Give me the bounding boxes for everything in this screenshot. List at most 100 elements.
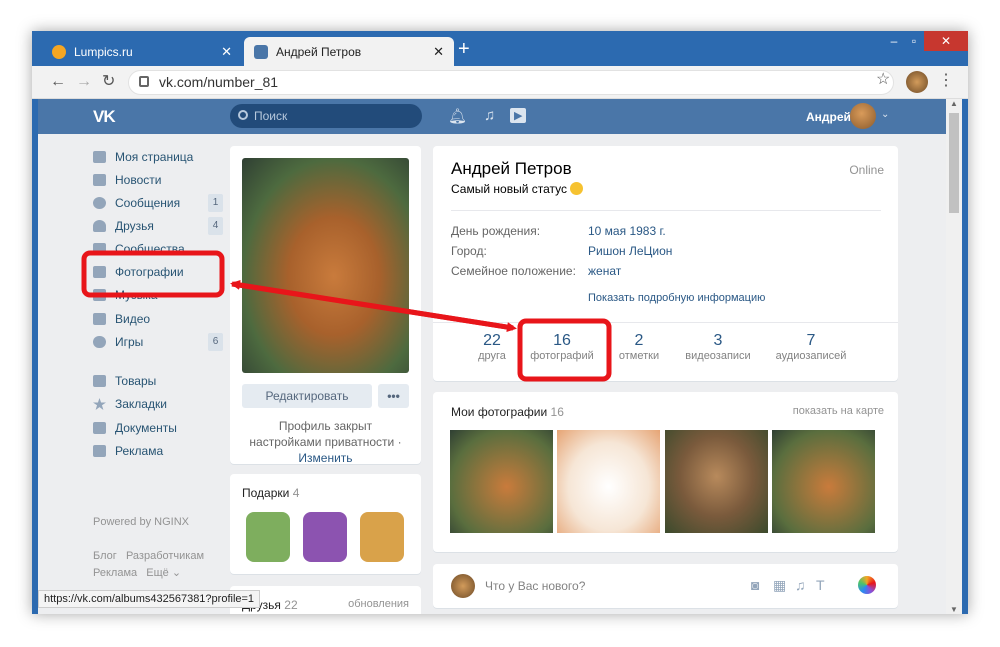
reload-icon[interactable]: ↻ xyxy=(102,74,115,90)
header-avatar[interactable] xyxy=(850,103,876,129)
smile-emoji-icon xyxy=(570,182,584,195)
stat-number: 2 xyxy=(634,332,644,349)
bag-icon xyxy=(93,375,106,387)
stat-tags[interactable]: 2 отметки xyxy=(594,332,684,362)
relationship-value[interactable]: женат xyxy=(588,264,621,278)
gift-image[interactable] xyxy=(303,512,347,562)
film-icon[interactable]: ▦ xyxy=(773,577,786,594)
vk-logo[interactable]: VK xyxy=(93,107,116,127)
gifts-count: 4 xyxy=(292,486,300,500)
message-icon xyxy=(93,197,106,209)
post-input[interactable]: Что у Вас нового? xyxy=(485,579,585,593)
text-icon[interactable]: T xyxy=(816,577,825,593)
gifts-card: Подарки 4 xyxy=(230,474,421,574)
search-icon xyxy=(238,110,248,120)
menu-label: Закладки xyxy=(115,397,167,411)
bell-icon[interactable]: 🔔︎ xyxy=(448,107,467,125)
gift-image[interactable] xyxy=(246,512,290,562)
menu-label: Реклама xyxy=(115,444,164,458)
menu-item-goods[interactable]: Товары xyxy=(93,371,223,391)
footer-links: Блог Разработчикам xyxy=(93,550,204,562)
stat-number: 3 xyxy=(713,332,723,349)
menu-item-games[interactable]: Игры 6 xyxy=(93,332,223,352)
menu-label: Моя страница xyxy=(115,150,194,164)
scroll-down-icon[interactable]: ▼ xyxy=(950,605,958,614)
tab-title: Андрей Петров xyxy=(276,44,362,59)
chevron-down-icon[interactable]: ⌄ xyxy=(881,109,889,120)
menu-item-messages[interactable]: Сообщения 1 xyxy=(93,193,223,213)
menu-item-my-page[interactable]: Моя страница xyxy=(93,147,223,167)
footer-link-developers[interactable]: Разработчикам xyxy=(126,550,204,562)
my-photos-header[interactable]: Мои фотографии 16 xyxy=(451,405,564,419)
url-text: vk.com/number_81 xyxy=(159,74,279,90)
camera-icon[interactable]: ◙ xyxy=(751,577,759,593)
birthday-value[interactable]: 10 мая 1983 г. xyxy=(588,224,666,238)
privacy-change-link[interactable]: Изменить xyxy=(298,451,352,465)
menu-item-communities[interactable]: Сообщества xyxy=(93,239,223,259)
photo-thumbnail[interactable] xyxy=(772,430,875,533)
bookmark-star-icon[interactable]: ☆ xyxy=(876,72,890,88)
tab-lumpics[interactable]: Lumpics.ru ✕ xyxy=(42,37,242,66)
close-tab-icon[interactable]: ✕ xyxy=(433,44,444,60)
stat-videos[interactable]: 3 видеозаписи xyxy=(673,332,763,362)
close-window-icon[interactable]: ✕ xyxy=(924,31,968,51)
menu-item-music[interactable]: Музыка xyxy=(93,285,223,305)
menu-label: Документы xyxy=(115,421,177,435)
vk-favicon-icon xyxy=(254,44,268,59)
new-tab-icon[interactable]: + xyxy=(458,39,470,59)
city-value[interactable]: Ришон ЛеЦион xyxy=(588,244,672,258)
scrollbar[interactable]: ▲ ▼ xyxy=(946,99,962,614)
status-bar-url: https://vk.com/albums432567381?profile=1 xyxy=(38,590,261,608)
friends-updates-link[interactable]: обновления xyxy=(348,598,409,610)
menu-label: Друзья xyxy=(115,219,154,233)
close-tab-icon[interactable]: ✕ xyxy=(221,44,232,60)
menu-dots-icon[interactable]: ⋮ xyxy=(938,73,954,89)
photo-thumbnail[interactable] xyxy=(665,430,768,533)
page-content: Моя страница Новости Сообщения 1 Друзья 4 … xyxy=(38,134,946,614)
footer-link-more[interactable]: Ещё xyxy=(146,567,169,579)
palette-icon[interactable] xyxy=(858,576,876,594)
menu-item-photos[interactable]: Фотографии xyxy=(93,262,223,282)
menu-item-friends[interactable]: Друзья 4 xyxy=(93,216,223,236)
menu-label: Сообщества xyxy=(115,242,185,256)
photo-thumbnail[interactable] xyxy=(450,430,553,533)
tab-profile[interactable]: Андрей Петров ✕ xyxy=(244,37,454,66)
more-dots-button[interactable]: ••• xyxy=(378,384,409,408)
menu-item-news[interactable]: Новости xyxy=(93,170,223,190)
scroll-thumb[interactable] xyxy=(949,113,959,213)
scroll-up-icon[interactable]: ▲ xyxy=(950,99,958,108)
divider xyxy=(433,322,898,323)
search-input[interactable]: Поиск xyxy=(230,104,422,128)
minimize-icon[interactable]: – xyxy=(884,31,904,51)
profile-avatar-icon[interactable] xyxy=(906,71,928,93)
menu-item-ads[interactable]: Реклама xyxy=(93,441,223,461)
menu-item-documents[interactable]: Документы xyxy=(93,418,223,438)
show-more-info-link[interactable]: Показать подробную информацию xyxy=(588,292,765,304)
vk-header: VK Поиск 🔔︎ ♫ ▶ Андрей ⌄ xyxy=(38,99,946,134)
edit-button[interactable]: Редактировать xyxy=(242,384,372,408)
chevron-down-icon: ⌄ xyxy=(168,567,182,579)
music-icon[interactable]: ♫ xyxy=(795,577,806,593)
header-user-name[interactable]: Андрей xyxy=(806,110,851,124)
menu-item-bookmarks[interactable]: Закладки xyxy=(93,394,223,414)
gamepad-icon xyxy=(93,336,106,348)
document-icon xyxy=(93,422,106,434)
gift-image[interactable] xyxy=(360,512,404,562)
play-icon[interactable]: ▶ xyxy=(510,108,527,123)
maximize-icon[interactable]: ▫ xyxy=(904,31,924,51)
profile-photo[interactable] xyxy=(242,158,409,373)
url-input[interactable]: vk.com/number_81 xyxy=(128,70,894,95)
news-icon xyxy=(93,174,106,186)
stat-audio[interactable]: 7 аудиозаписей xyxy=(766,332,856,362)
back-icon[interactable]: ← xyxy=(50,74,66,90)
status-text[interactable]: Самый новый статус xyxy=(451,182,584,196)
menu-item-video[interactable]: Видео xyxy=(93,309,223,329)
footer-link-ads[interactable]: Реклама xyxy=(93,567,137,579)
show-on-map-link[interactable]: показать на карте xyxy=(793,405,884,417)
photo-thumbnail[interactable] xyxy=(557,430,660,533)
gifts-header[interactable]: Подарки 4 xyxy=(242,486,299,500)
stat-label: аудиозаписей xyxy=(775,350,847,362)
footer-link-blog[interactable]: Блог xyxy=(93,550,117,562)
music-icon[interactable]: ♫ xyxy=(484,107,495,124)
forward-icon[interactable]: → xyxy=(76,74,92,90)
